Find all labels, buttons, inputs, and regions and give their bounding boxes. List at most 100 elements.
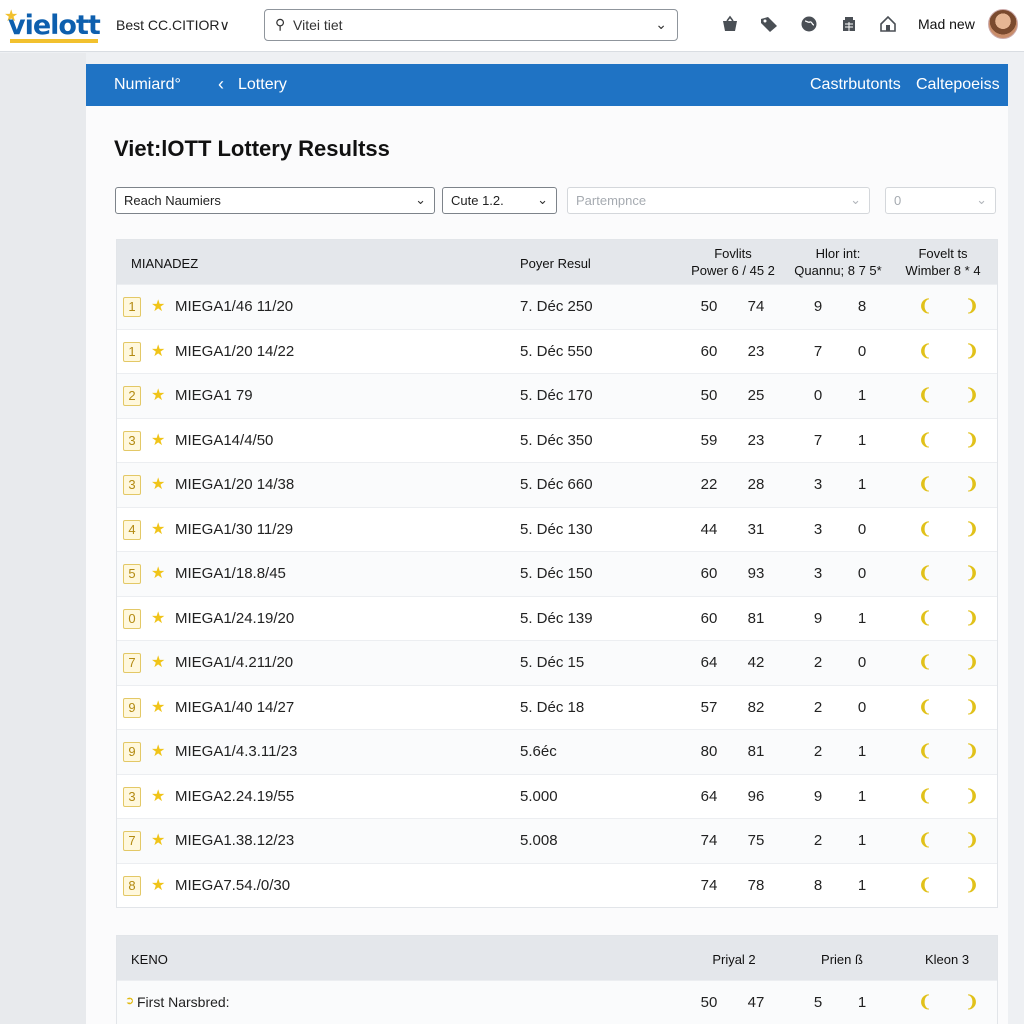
nav-home-link[interactable]: Numiard° (114, 76, 181, 94)
filter-date[interactable]: Cute 1.2. ⌄ (442, 187, 557, 214)
value-1: 22 (700, 476, 718, 493)
table-row[interactable]: 5 ★ MIEGA1/18.8/45 5. Déc 150 60 93 3 0 ❨ ❩ (117, 551, 997, 596)
game-draw[interactable]: MIEGA1/20 14/22 (175, 343, 294, 360)
vietlott-logo[interactable]: ★ vielott (4, 8, 101, 44)
nav-link-contributions[interactable]: Castrbutonts (810, 76, 901, 94)
value-3: 2 (813, 743, 823, 760)
header-keno-3: Kleon 3 (924, 952, 970, 967)
chevron-left-icon[interactable]: ❨ (918, 430, 932, 450)
draw-date: 5. Déc 18 (520, 698, 585, 716)
table-row[interactable]: 7 ★ MIEGA1/4.211/20 5. Déc 15 64 42 2 0 ❨ ❩ (117, 640, 997, 685)
star-icon: ★ (151, 476, 166, 493)
chevron-right-icon[interactable]: ❩ (965, 608, 979, 628)
game-draw[interactable]: MIEGA14/4/50 (175, 432, 273, 449)
game-draw[interactable]: MIEGA1/20 14/38 (175, 476, 294, 493)
chevron-right-icon[interactable]: ❩ (965, 786, 979, 806)
game-draw[interactable]: MIEGA1.38.12/23 (175, 832, 294, 849)
game-draw[interactable]: MIEGA1/24.19/20 (175, 610, 294, 627)
chevron-right-icon[interactable]: ❩ (965, 296, 979, 316)
chevron-right-icon[interactable]: ❩ (965, 652, 979, 672)
chevron-right-icon[interactable]: ❩ (965, 385, 979, 405)
chevron-right-icon[interactable]: ❩ (965, 697, 979, 717)
filter-search-numbers[interactable]: Reach Naumiers ⌄ (115, 187, 435, 214)
game-draw[interactable]: MIEGA1/18.8/45 (175, 565, 286, 582)
chevron-left-icon[interactable]: ❨ (918, 608, 932, 628)
table-row[interactable]: ➲ First Narsbred: 50 47 5 1 ❨ ❩ (117, 980, 997, 1024)
chevron-left-icon[interactable]: ❨ (918, 474, 932, 494)
game-draw[interactable]: MIEGA1 79 (175, 387, 253, 404)
table-row[interactable]: 1 ★ MIEGA1/20 14/22 5. Déc 550 60 23 7 0 ❨ ❩ (117, 328, 997, 374)
avatar[interactable] (988, 9, 1018, 39)
game-draw[interactable]: MIEGA1/46 11/20 (175, 298, 293, 315)
value-1: 50 (700, 298, 718, 315)
table-row[interactable]: 3 ★ MIEGA2.24.19/55 5.000 64 96 9 1 ❨ ❩ (117, 773, 997, 819)
table-row[interactable]: 9 ★ MIEGA1/4.3.11/23 5.6éc 80 81 2 1 ❨ ❩ (117, 729, 997, 774)
table-row[interactable]: 2 ★ MIEGA1 79 5. Déc 170 50 25 0 1 ❨ ❩ (117, 373, 997, 418)
value-2: 82 (747, 698, 765, 716)
chevron-right-icon[interactable]: ❩ (965, 563, 979, 583)
chevron-left-icon[interactable]: ❨ (918, 296, 932, 316)
chevron-right-icon[interactable]: ❩ (965, 519, 979, 539)
value-2: 93 (747, 565, 765, 582)
value-2: 23 (747, 431, 765, 449)
tag-icon[interactable] (758, 13, 780, 35)
table-row[interactable]: 4 ★ MIEGA1/30 11/29 5. Déc 130 44 31 3 0 ❨ ❩ (117, 506, 997, 552)
chevron-right-icon[interactable]: ❩ (965, 430, 979, 450)
chevron-left-icon[interactable]: ❨ (918, 992, 932, 1012)
game-draw[interactable]: MIEGA1/4.211/20 (175, 654, 293, 671)
site-selector[interactable]: Best CC.CITIOR∨ (116, 17, 230, 34)
chevron-left-icon[interactable]: ❨ (918, 741, 932, 761)
chevron-right-icon[interactable]: ❩ (965, 341, 979, 361)
table-row[interactable]: 3 ★ MIEGA1/20 14/38 5. Déc 660 22 28 3 1 ❨ ❩ (117, 462, 997, 507)
chevron-left-icon[interactable]: ❨ (918, 385, 932, 405)
value-2: 28 (747, 476, 765, 493)
table-row[interactable]: 8 ★ MIEGA7.54./0/30 74 78 8 1 ❨ ❩ (117, 862, 997, 908)
value-4: 1 (857, 387, 867, 404)
nav-link-categories[interactable]: Caltepoeiss (916, 76, 1000, 94)
game-draw[interactable]: MIEGA1/30 11/29 (175, 521, 293, 538)
chevron-right-icon[interactable]: ❩ (965, 830, 979, 850)
rank-badge: 5 (123, 564, 141, 584)
basket-icon[interactable] (719, 13, 741, 35)
chevron-right-icon[interactable]: ❩ (965, 741, 979, 761)
chevron-left-icon[interactable]: ❨ (918, 519, 932, 539)
table-row[interactable]: 1 ★ MIEGA1/46 11/20 7. Déc 250 50 74 9 8 ❨ ❩ (117, 284, 997, 329)
filter-count[interactable]: 0 ⌄ (885, 187, 996, 214)
search-dropdown[interactable]: ⚲ Vitei tiet ⌄ (264, 9, 678, 41)
nav-current-lottery[interactable]: Lottery (238, 76, 287, 94)
chevron-left-icon[interactable]: ❨ (918, 786, 932, 806)
chevron-left-icon[interactable]: ❨ (918, 652, 932, 672)
globe-icon[interactable] (798, 13, 820, 35)
game-draw[interactable]: MIEGA1/40 14/27 (175, 699, 294, 716)
header-game: MIANADEZ (131, 256, 199, 271)
chevron-left-icon[interactable]: ❨ (918, 830, 932, 850)
keno-rows: ➲ First Narsbred: 50 47 5 1 ❨ ❩ (117, 980, 997, 1024)
user-name[interactable]: Mad new (918, 16, 975, 32)
game-draw[interactable]: MIEGA1/4.3.11/23 (175, 743, 297, 760)
table-row[interactable]: 0 ★ MIEGA1/24.19/20 5. Déc 139 60 81 9 1 ❨ ❩ (117, 595, 997, 641)
game-name[interactable]: First Narsbred: (137, 994, 230, 1010)
star-icon: ★ (151, 876, 166, 894)
value-4: 1 (857, 609, 867, 627)
chevron-right-icon[interactable]: ❩ (965, 474, 979, 494)
home-icon[interactable] (877, 13, 899, 35)
rank-badge: 3 (123, 786, 141, 807)
chevron-left-icon[interactable]: ❨ (918, 875, 932, 895)
chevron-left-icon[interactable]: ‹ (218, 74, 224, 95)
rank-badge: 0 (123, 608, 141, 629)
filter-performance[interactable]: Partempnce ⌄ (567, 187, 870, 214)
grid-icon[interactable] (838, 13, 860, 35)
chevron-left-icon[interactable]: ❨ (918, 563, 932, 583)
game-draw[interactable]: MIEGA7.54./0/30 (175, 877, 290, 894)
chevron-left-icon[interactable]: ❨ (918, 697, 932, 717)
game-draw[interactable]: MIEGA2.24.19/55 (175, 788, 294, 805)
draw-date: 5. Déc 130 (520, 520, 593, 538)
chevron-right-icon[interactable]: ❩ (965, 992, 979, 1012)
star-icon: ★ (151, 787, 166, 805)
table-row[interactable]: 9 ★ MIEGA1/40 14/27 5. Déc 18 57 82 2 0 ❨ ❩ (117, 684, 997, 730)
table-row[interactable]: 3 ★ MIEGA14/4/50 5. Déc 350 59 23 7 1 ❨ ❩ (117, 417, 997, 463)
chevron-left-icon[interactable]: ❨ (918, 341, 932, 361)
chevron-right-icon[interactable]: ❩ (965, 875, 979, 895)
table-row[interactable]: 7 ★ MIEGA1.38.12/23 5.008 74 75 2 1 ❨ ❩ (117, 818, 997, 863)
star-icon: ★ (151, 698, 166, 716)
